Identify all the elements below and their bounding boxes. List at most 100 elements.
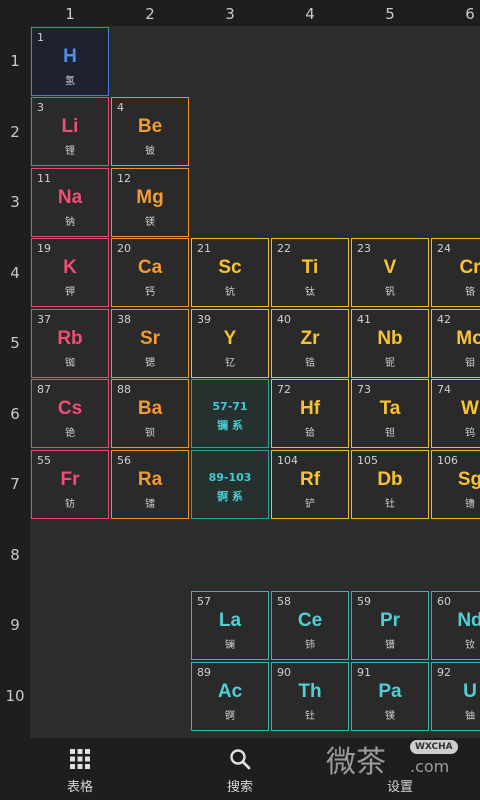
element-cell-th[interactable]: 90 Th 钍 — [271, 662, 349, 731]
element-cell-ce[interactable]: 58 Ce 铈 — [271, 591, 349, 660]
element-symbol: Sg — [457, 469, 480, 490]
atomic-number: 73 — [357, 383, 371, 396]
element-chinese-name: 钼 — [465, 358, 475, 369]
element-symbol: Fr — [60, 469, 80, 490]
element-chinese-name: 钕 — [465, 640, 475, 651]
element-chinese-name: 钇 — [225, 358, 235, 369]
series-range: 89-103 — [208, 471, 252, 484]
element-chinese-name: 镁 — [145, 217, 155, 228]
element-chinese-name: 钫 — [65, 499, 75, 510]
element-chinese-name: 铲 — [305, 499, 315, 510]
row-header-bar: 1 2 3 4 5 6 7 8 9 10 — [0, 26, 30, 738]
atomic-number: 104 — [277, 454, 298, 467]
element-cell-cr[interactable]: 24 Cr 铬 — [431, 238, 480, 307]
lanthanide-series-button[interactable]: 57-71 镧 系 — [191, 379, 269, 448]
element-cell-ba[interactable]: 88 Ba 钡 — [111, 379, 189, 448]
element-chinese-name: 钒 — [385, 287, 395, 298]
element-cell-mg[interactable]: 12 Mg 镁 — [111, 168, 189, 237]
element-symbol: Be — [137, 116, 163, 137]
periodic-table-grid: 1 H 氢 3 Li 锂 4 Be 铍 11 Na 钠 12 Mg 镁 19 K… — [30, 26, 480, 738]
element-chinese-name: 镧 — [225, 640, 235, 651]
element-cell-li[interactable]: 3 Li 锂 — [31, 97, 109, 166]
element-cell-ta[interactable]: 73 Ta 钽 — [351, 379, 429, 448]
element-chinese-name: 铈 — [305, 640, 315, 651]
element-cell-ra[interactable]: 56 Ra 镭 — [111, 450, 189, 519]
nav-search-button[interactable]: 搜索 — [160, 738, 320, 800]
element-cell-sr[interactable]: 38 Sr 锶 — [111, 309, 189, 378]
element-symbol: V — [383, 257, 397, 278]
element-cell-sc[interactable]: 21 Sc 钪 — [191, 238, 269, 307]
atomic-number: 24 — [437, 242, 451, 255]
element-cell-h[interactable]: 1 H 氢 — [31, 27, 109, 96]
element-cell-v[interactable]: 23 V 钒 — [351, 238, 429, 307]
element-symbol: Ca — [137, 257, 163, 278]
nav-table-button[interactable]: 表格 — [0, 738, 160, 800]
element-symbol: Nb — [377, 328, 403, 349]
element-symbol: Rf — [299, 469, 321, 490]
element-cell-db[interactable]: 105 Db 钍 — [351, 450, 429, 519]
column-number: 5 — [385, 5, 395, 23]
element-chinese-name: 镤 — [385, 711, 395, 722]
element-cell-rb[interactable]: 37 Rb 铷 — [31, 309, 109, 378]
atomic-number: 92 — [437, 666, 451, 679]
element-cell-k[interactable]: 19 K 钾 — [31, 238, 109, 307]
element-cell-nd[interactable]: 60 Nd 钕 — [431, 591, 480, 660]
element-cell-la[interactable]: 57 La 镧 — [191, 591, 269, 660]
element-symbol: Mg — [136, 187, 164, 208]
column-number: 4 — [305, 5, 315, 23]
column-number: 1 — [65, 5, 75, 23]
actinide-series-button[interactable]: 89-103 锕 系 — [191, 450, 269, 519]
element-chinese-name: 铪 — [305, 428, 315, 439]
element-chinese-name: 铀 — [465, 711, 475, 722]
element-chinese-name: 锕 — [225, 711, 235, 722]
atomic-number: 4 — [117, 101, 124, 114]
element-symbol: Pr — [379, 610, 401, 631]
atomic-number: 72 — [277, 383, 291, 396]
element-cell-rf[interactable]: 104 Rf 铲 — [271, 450, 349, 519]
element-symbol: La — [218, 610, 242, 631]
element-symbol: Mo — [456, 328, 480, 349]
element-cell-cs[interactable]: 87 Cs 铯 — [31, 379, 109, 448]
element-chinese-name: 锂 — [65, 146, 75, 157]
element-symbol: Y — [223, 328, 237, 349]
element-symbol: Ti — [301, 257, 319, 278]
element-cell-zr[interactable]: 40 Zr 锆 — [271, 309, 349, 378]
column-header-bar: 1 2 3 4 5 6 — [30, 0, 480, 26]
element-symbol: Db — [377, 469, 403, 490]
element-symbol: Na — [57, 187, 83, 208]
series-label: 镧 系 — [217, 419, 243, 432]
element-cell-ti[interactable]: 22 Ti 钛 — [271, 238, 349, 307]
element-cell-ca[interactable]: 20 Ca 钙 — [111, 238, 189, 307]
element-cell-w[interactable]: 74 W 钨 — [431, 379, 480, 448]
element-cell-sg[interactable]: 106 Sg 镥 — [431, 450, 480, 519]
nav-settings-label: 设置 — [386, 780, 413, 795]
element-symbol: W — [461, 398, 479, 419]
atomic-number: 38 — [117, 313, 131, 326]
element-chinese-name: 钙 — [145, 287, 155, 298]
atomic-number: 23 — [357, 242, 371, 255]
row-number: 8 — [10, 546, 20, 564]
element-chinese-name: 钠 — [65, 217, 75, 228]
nav-table-label: 表格 — [66, 780, 93, 795]
element-cell-pr[interactable]: 59 Pr 镨 — [351, 591, 429, 660]
element-cell-pa[interactable]: 91 Pa 镤 — [351, 662, 429, 731]
element-symbol: Cr — [459, 257, 480, 278]
element-cell-y[interactable]: 39 Y 钇 — [191, 309, 269, 378]
element-chinese-name: 钡 — [145, 428, 155, 439]
atomic-number: 60 — [437, 595, 451, 608]
element-cell-fr[interactable]: 55 Fr 钫 — [31, 450, 109, 519]
element-cell-mo[interactable]: 42 Mo 钼 — [431, 309, 480, 378]
element-cell-u[interactable]: 92 U 铀 — [431, 662, 480, 731]
element-symbol: Ra — [137, 469, 163, 490]
atomic-number: 19 — [37, 242, 51, 255]
element-cell-be[interactable]: 4 Be 铍 — [111, 97, 189, 166]
element-cell-nb[interactable]: 41 Nb 铌 — [351, 309, 429, 378]
element-symbol: Sr — [139, 328, 161, 349]
nav-settings-button[interactable]: 设置 — [320, 738, 480, 800]
element-cell-ac[interactable]: 89 Ac 锕 — [191, 662, 269, 731]
element-cell-na[interactable]: 11 Na 钠 — [31, 168, 109, 237]
element-cell-hf[interactable]: 72 Hf 铪 — [271, 379, 349, 448]
element-chinese-name: 镭 — [145, 499, 155, 510]
element-symbol: Zr — [300, 328, 320, 349]
element-chinese-name: 钨 — [465, 428, 475, 439]
